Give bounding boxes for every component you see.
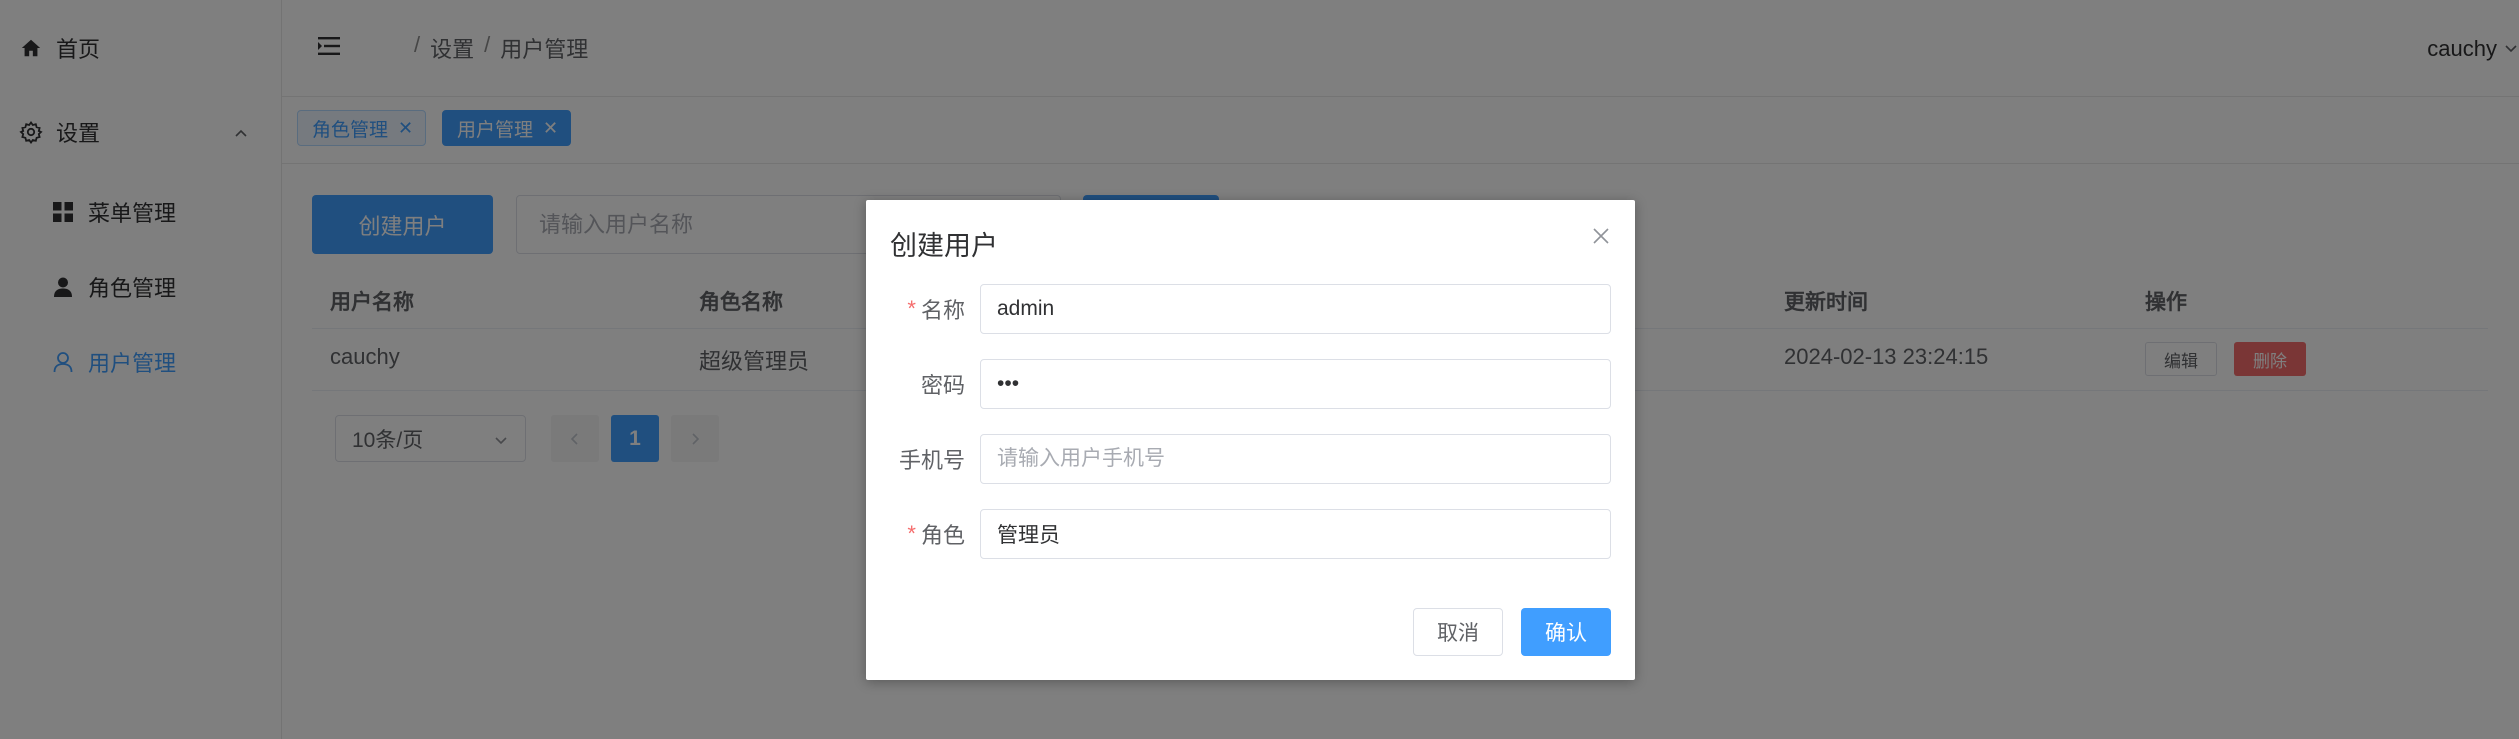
required-mark: * <box>907 521 916 546</box>
phone-field[interactable] <box>980 434 1611 484</box>
close-icon[interactable] <box>1589 224 1613 248</box>
password-field[interactable] <box>980 359 1611 409</box>
role-field[interactable] <box>980 509 1611 559</box>
password-label: 密码 <box>920 373 965 398</box>
form-row-name: * 名称 <box>866 284 1635 334</box>
form-row-password: 密码 <box>866 359 1635 409</box>
role-label: * 角色 <box>907 521 965 548</box>
phone-label: 手机号 <box>898 448 965 473</box>
form-row-phone: 手机号 <box>866 434 1635 484</box>
dialog-title: 创建用户 <box>890 231 998 261</box>
required-mark: * <box>907 296 916 321</box>
form-row-role: * 角色 <box>866 509 1635 559</box>
name-field[interactable] <box>980 284 1611 334</box>
confirm-button[interactable]: 确认 <box>1521 608 1611 656</box>
cancel-button[interactable]: 取消 <box>1413 608 1503 656</box>
app-root: 首页 设置 菜单管理 角色管理 用户管理 <box>0 0 2519 739</box>
name-label: * 名称 <box>907 296 965 323</box>
create-user-dialog: 创建用户 *名称 密码 手机号 *角色 取消 确认 <box>866 200 1635 680</box>
